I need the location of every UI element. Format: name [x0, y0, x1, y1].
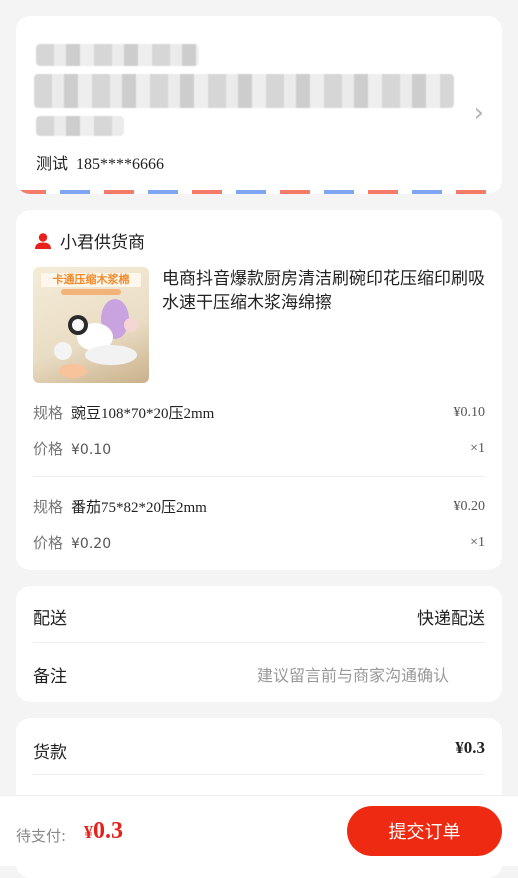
currency-symbol: ¥ — [84, 822, 93, 842]
spec-value: 番茄75*82*20压2mm — [71, 500, 207, 516]
delivery-card: 配送 快递配送 备注 建议留言前与商家沟通确认 — [16, 586, 502, 702]
submit-order-button[interactable]: 提交订单 — [347, 806, 502, 856]
delivery-label: 配送 — [33, 609, 67, 629]
sponge-illustration — [54, 299, 138, 378]
delivery-value: 快递配送 — [417, 609, 485, 629]
price-value: ¥0.10 — [71, 442, 112, 458]
price-label: 价格 — [33, 534, 64, 552]
address-line-3-blurred — [36, 116, 124, 136]
note-label: 备注 — [33, 667, 67, 687]
spec-value: 豌豆108*70*20压2mm — [71, 406, 215, 422]
address-card[interactable]: › 测试 185****6666 — [16, 16, 502, 194]
delivery-divider — [33, 642, 485, 643]
spec-price: ¥0.20 — [453, 498, 486, 514]
spec-price: ¥0.10 — [453, 404, 486, 420]
note-row: 备注 建议留言前与商家沟通确认 — [33, 662, 485, 687]
shop-header: 小君供货商 — [34, 228, 145, 253]
airmail-stripe — [16, 190, 502, 194]
spec-label: 规格 — [33, 498, 64, 516]
contact-phone: 185****6666 — [76, 156, 165, 173]
contact-name: 测试 — [36, 154, 69, 173]
product-thumbnail[interactable]: 卡通压缩木浆棉 — [33, 267, 149, 383]
merchant-user-icon — [35, 232, 51, 249]
quantity: ×1 — [470, 440, 485, 456]
spec-label: 规格 — [33, 404, 64, 422]
item-spec-row: 规格 豌豆108*70*20压2mm ¥0.10 — [33, 402, 485, 423]
to-pay-label: 待支付: — [16, 827, 67, 845]
price-value: ¥0.20 — [71, 536, 112, 552]
note-input[interactable]: 建议留言前与商家沟通确认 — [257, 662, 449, 687]
to-pay-amount: ¥0.3 — [84, 818, 123, 845]
item-divider — [33, 476, 485, 477]
address-line-2-blurred — [34, 74, 454, 108]
contact-info: 测试 185****6666 — [36, 150, 164, 174]
address-line-1-blurred — [36, 44, 199, 66]
shop-name: 小君供货商 — [60, 233, 145, 253]
delivery-row[interactable]: 配送 快递配送 — [33, 604, 485, 629]
price-label: 价格 — [33, 440, 64, 458]
payment-divider — [33, 774, 485, 775]
goods-row: 货款 ¥0.3 — [33, 738, 485, 763]
quantity: ×1 — [470, 534, 485, 550]
product-title[interactable]: 电商抖音爆款厨房清洁刷碗印花压缩印刷吸水速干压缩木浆海绵擦 — [162, 267, 488, 315]
shop-card: 小君供货商 卡通压缩木浆棉 电商抖音爆款厨房清洁刷碗印花压缩印刷吸水速干压缩木浆… — [16, 210, 502, 570]
item-price-row: 价格 ¥0.20 ×1 — [33, 532, 485, 553]
amount-value: 0.3 — [93, 818, 123, 844]
checkout-bar: 待支付: ¥0.3 提交订单 — [0, 795, 518, 866]
item-spec-row: 规格 番茄75*82*20压2mm ¥0.20 — [33, 496, 485, 517]
item-price-row: 价格 ¥0.10 ×1 — [33, 438, 485, 459]
goods-value: ¥0.3 — [455, 738, 485, 757]
chevron-right-icon[interactable]: › — [474, 100, 484, 126]
goods-label: 货款 — [33, 743, 67, 763]
